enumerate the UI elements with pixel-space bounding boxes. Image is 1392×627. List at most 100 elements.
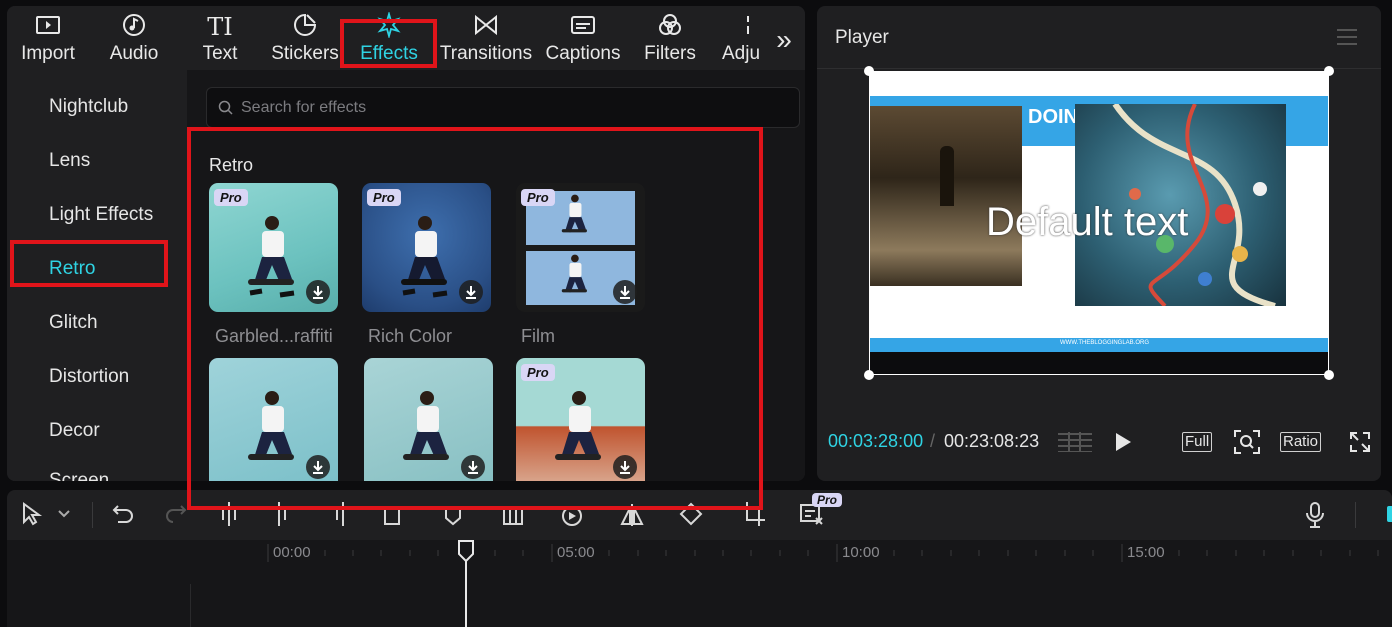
split-right-icon[interactable] [329,502,349,526]
media-panel: Import Audio TI Text Stickers Effects Tr… [7,6,805,481]
download-icon[interactable] [461,455,485,479]
effect-card-garbled-graffiti[interactable]: Pro [209,183,338,312]
pro-badge: Pro [521,189,555,206]
effects-icon [347,6,431,42]
library-image [870,106,1022,286]
sidebar-item-lens[interactable]: Lens [49,150,90,172]
pro-badge: Pro [214,189,248,206]
sidebar-item-distortion[interactable]: Distortion [49,366,129,388]
remove-subtitles-icon[interactable] [800,504,824,526]
search-box[interactable] [206,87,800,128]
effect-card-5[interactable] [364,358,493,481]
audio-icon [99,6,169,42]
sidebar-item-nightclub[interactable]: Nightclub [49,96,128,118]
download-icon[interactable] [613,455,637,479]
transitions-icon [439,6,533,42]
effect-card-4[interactable] [209,358,338,481]
stickers-icon [269,6,341,42]
person-thumbnail [555,391,601,460]
search-icon [218,100,233,115]
sidebar-item-screen[interactable]: Screen [49,472,109,481]
tab-transitions[interactable]: Transitions [439,6,533,70]
play-icon[interactable] [1114,432,1132,452]
chevron-down-icon[interactable] [58,510,70,518]
mirror-icon[interactable] [620,502,644,526]
more-tabs-icon[interactable]: » [769,26,799,56]
select-cursor-icon[interactable] [21,502,43,526]
tab-text[interactable]: TI Text [185,6,255,70]
current-timecode: 00:03:28:00 [828,431,924,451]
zoom-icon[interactable] [1234,430,1260,454]
download-icon[interactable] [306,280,330,304]
effect-card-rich-color[interactable]: Pro [362,183,491,312]
full-button[interactable]: Full [1182,432,1213,452]
video-preview[interactable]: DOING WWW.THEBLOGGINGLAB.ORG Default tex… [869,71,1329,375]
tab-stickers[interactable]: Stickers [269,6,341,70]
download-icon[interactable] [459,280,483,304]
text-icon: TI [207,13,233,41]
person-thumbnail [248,391,294,460]
search-input[interactable] [241,88,781,127]
rotate-icon[interactable] [679,502,703,526]
sidebar-item-retro[interactable]: Retro [49,258,95,280]
split-icon[interactable] [219,502,239,526]
timeline[interactable]: 00:00 05:00 10:00 15:00 [7,540,1392,627]
ruler-label: 10:00 [842,544,880,561]
person-thumbnail [561,194,587,233]
tab-adjust[interactable]: Adju [715,6,767,70]
effect-label: Film [521,326,555,346]
person-thumbnail [403,391,449,460]
tab-captions[interactable]: Captions [543,6,623,70]
resize-handle[interactable] [1324,66,1334,76]
sidebar-item-decor[interactable]: Decor [49,420,100,442]
ratio-button[interactable]: Ratio [1280,432,1322,452]
split-left-icon[interactable] [273,502,293,526]
resize-handle[interactable] [864,370,874,380]
effect-card-film[interactable]: Pro [516,183,645,312]
download-icon[interactable] [306,455,330,479]
toggle-switch[interactable] [1387,506,1392,522]
effects-content: Retro Pro Garbled...raffiti Pro Rich Col… [187,70,805,481]
ruler-label: 00:00 [273,544,311,561]
default-text-overlay[interactable]: Default text [986,200,1188,245]
divider [1355,502,1356,528]
microphone-icon[interactable] [1305,502,1325,528]
timeline-grid-icon[interactable] [1058,432,1092,452]
tab-audio[interactable]: Audio [99,6,169,70]
tab-import[interactable]: Import [11,6,85,70]
download-icon[interactable] [613,280,637,304]
person-thumbnail [248,216,295,298]
captions-icon [543,6,623,42]
effect-label: Garbled...raffiti [215,326,333,346]
speed-icon[interactable] [560,502,584,526]
import-icon [11,6,85,42]
preview-footer-text: WWW.THEBLOGGINGLAB.ORG [1060,340,1150,346]
person-thumbnail [401,216,448,298]
tab-bar: Import Audio TI Text Stickers Effects Tr… [7,6,805,70]
divider [190,584,191,627]
sidebar-item-glitch[interactable]: Glitch [49,312,98,334]
adjust-icon [715,6,767,42]
time-ruler[interactable]: 00:00 05:00 10:00 15:00 [7,540,1392,566]
menu-icon[interactable] [1337,28,1357,46]
pro-badge: Pro [812,493,843,507]
total-timecode: 00:23:08:23 [944,431,1040,451]
timeline-toolbar: Pro [7,490,1392,540]
tab-effects[interactable]: Effects [347,6,431,70]
divider [92,502,93,528]
marker-icon[interactable] [442,502,464,526]
freeze-icon[interactable] [501,502,525,526]
redo-icon[interactable] [165,502,187,524]
player-panel: Player DOING WWW.THEBLOGGINGLAB.ORG Defa… [817,6,1381,481]
fullscreen-icon[interactable] [1350,432,1370,452]
crop-icon[interactable] [741,502,765,526]
sidebar-item-light-effects[interactable]: Light Effects [49,204,153,226]
undo-icon[interactable] [112,502,134,524]
effect-card-6[interactable]: Pro [516,358,645,481]
resize-handle[interactable] [1324,370,1334,380]
delete-icon[interactable] [382,502,402,526]
ruler-ticks [267,544,1379,562]
playhead-handle-icon[interactable] [457,540,475,562]
tab-filters[interactable]: Filters [635,6,705,70]
resize-handle[interactable] [864,66,874,76]
